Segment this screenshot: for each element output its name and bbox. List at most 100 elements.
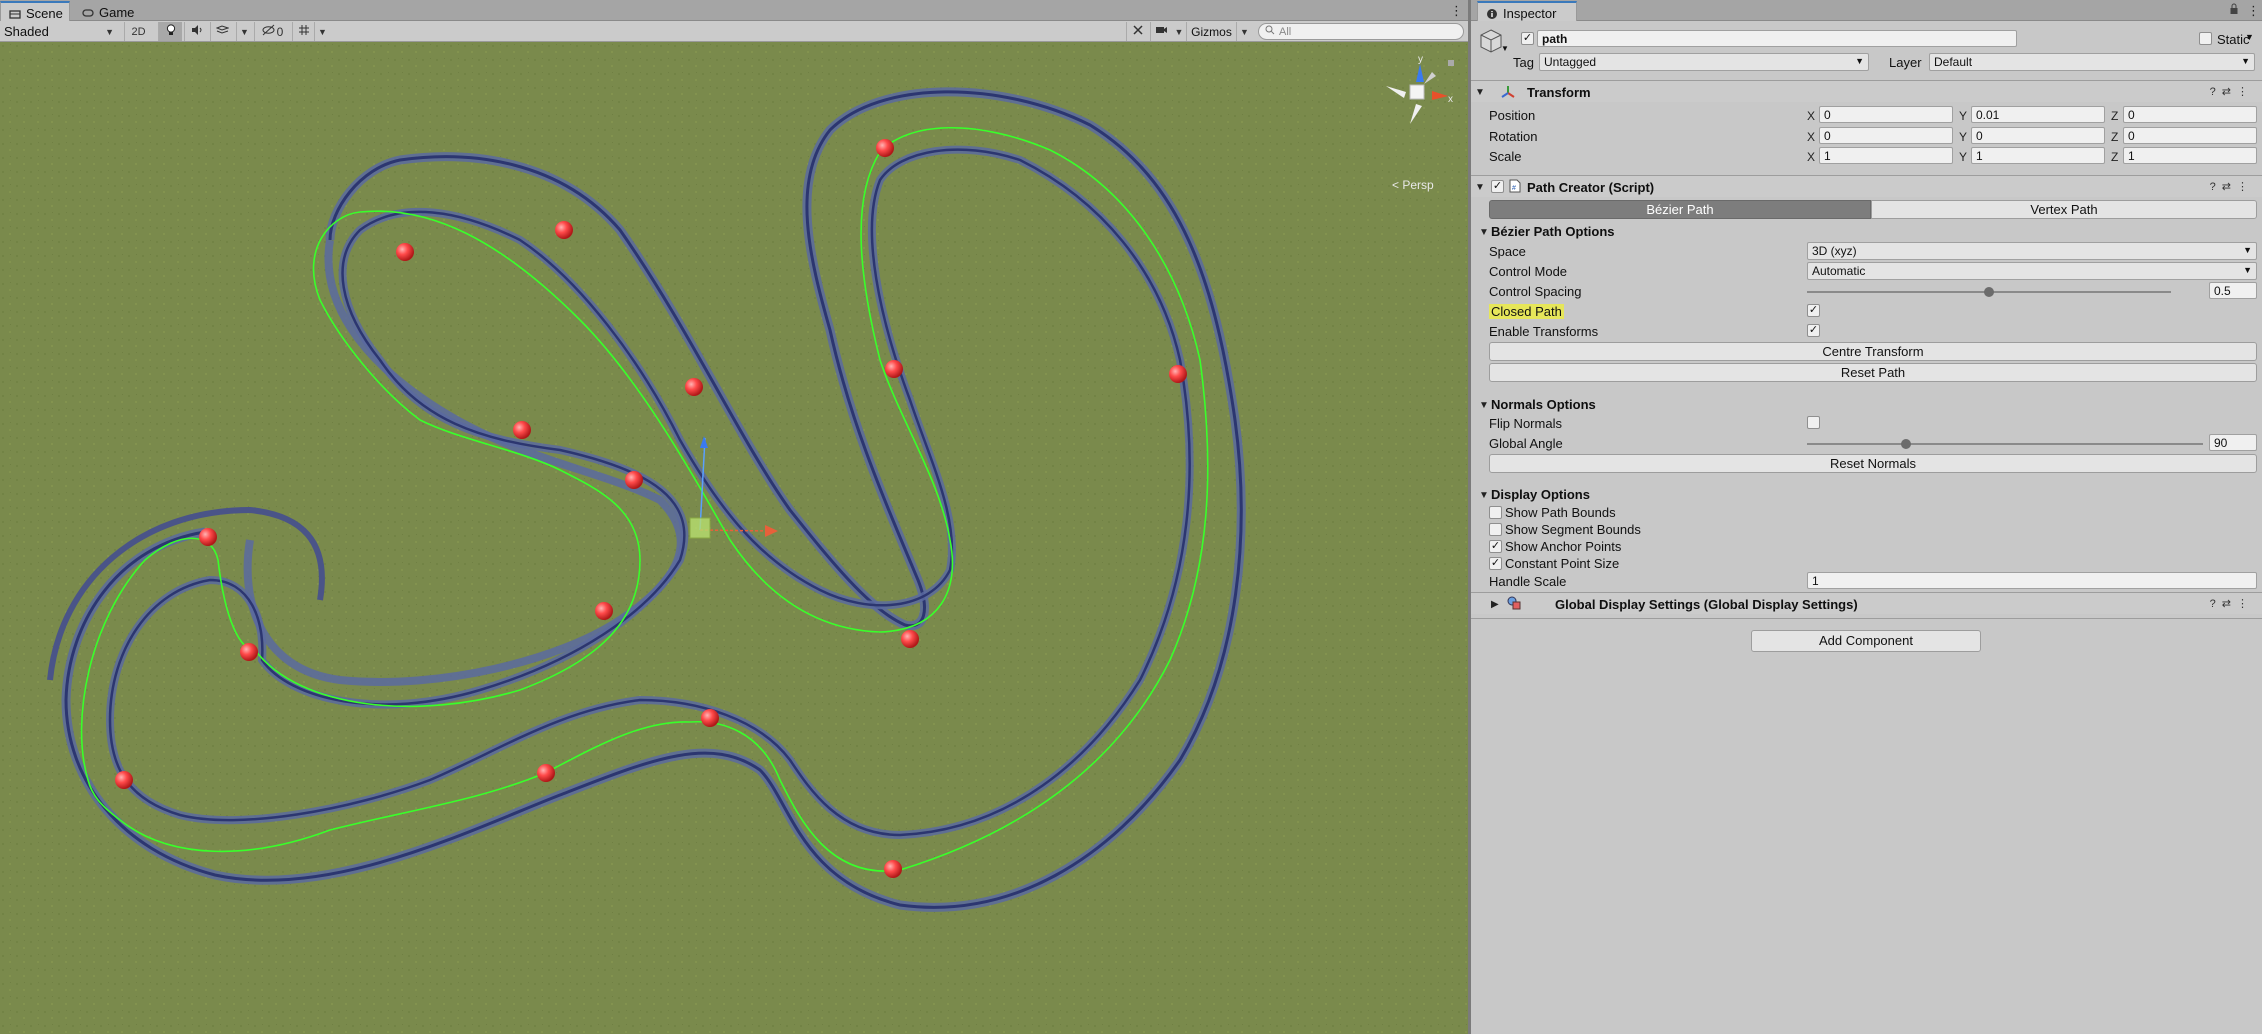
anchor-point[interactable]: [513, 421, 531, 439]
position-z-field[interactable]: 0: [2123, 106, 2257, 123]
chevron-down-icon: ▼: [2243, 245, 2252, 255]
scene-viewport[interactable]: y x < Persp: [0, 42, 1468, 1034]
lighting-toggle-button[interactable]: [158, 22, 182, 41]
projection-label[interactable]: < Persp: [1392, 178, 1434, 192]
control-mode-dropdown[interactable]: Automatic ▼: [1807, 262, 2257, 280]
object-name-field[interactable]: path: [1537, 30, 2017, 47]
scale-y-field[interactable]: 1: [1971, 147, 2105, 164]
axis-y-label: Y: [1959, 109, 1968, 123]
anchor-point[interactable]: [199, 528, 217, 546]
display-options-title[interactable]: Display Options: [1491, 487, 1590, 502]
tab-game[interactable]: Game: [74, 1, 140, 21]
scene-tabbar: Scene Game ⋮: [0, 0, 1468, 21]
svg-text:x: x: [1448, 94, 1453, 105]
control-spacing-field[interactable]: 0.5: [2209, 282, 2257, 299]
2d-toggle-button[interactable]: 2D: [124, 22, 152, 41]
effects-toggle-button[interactable]: [210, 22, 234, 41]
slider-knob[interactable]: [1984, 287, 1994, 297]
object-active-checkbox[interactable]: ✓: [1521, 32, 1534, 45]
inspector-more-menu-icon[interactable]: ⋮: [2247, 3, 2260, 19]
scene-more-menu-icon[interactable]: ⋮: [1450, 3, 1463, 19]
anchor-point[interactable]: [240, 643, 258, 661]
chevron-down-icon[interactable]: ▼: [1479, 400, 1489, 411]
rotation-y-field[interactable]: 0: [1971, 127, 2105, 144]
anchor-point[interactable]: [595, 602, 613, 620]
chevron-down-icon[interactable]: ▼: [1479, 227, 1489, 238]
global-angle-field[interactable]: 90: [2209, 434, 2257, 451]
grid-dropdown-button[interactable]: ▼: [314, 22, 330, 41]
component-header-icons[interactable]: ?⇄⋮: [2210, 85, 2254, 98]
constant-point-size-checkbox[interactable]: ✓: [1489, 557, 1502, 570]
show-path-bounds-checkbox[interactable]: [1489, 506, 1502, 519]
gizmos-dropdown-button[interactable]: ▼: [1236, 22, 1252, 41]
lock-icon[interactable]: [2229, 3, 2239, 18]
path-creator-header[interactable]: ▼ ✓ # Path Creator (Script) ?⇄⋮: [1471, 175, 2262, 197]
position-x-field[interactable]: 0: [1819, 106, 1953, 123]
crossed-tools-icon: [1132, 24, 1144, 39]
tag-dropdown[interactable]: Untagged ▼: [1539, 53, 1869, 71]
global-display-settings-header[interactable]: ▶ Global Display Settings (Global Displa…: [1471, 592, 2262, 614]
axis-x-label: X: [1807, 150, 1816, 164]
chevron-down-icon[interactable]: ▼: [2245, 32, 2254, 42]
scene-search-input[interactable]: All: [1258, 23, 1464, 40]
reset-path-button[interactable]: Reset Path: [1489, 363, 2257, 382]
anchor-point[interactable]: [625, 471, 643, 489]
anchor-point[interactable]: [901, 630, 919, 648]
bezier-options-title[interactable]: Bézier Path Options: [1491, 224, 1615, 239]
audio-toggle-button[interactable]: [184, 22, 208, 41]
effects-dropdown-button[interactable]: ▼: [236, 22, 252, 41]
tab-vertex-path[interactable]: Vertex Path: [1871, 200, 2257, 219]
closed-path-checkbox[interactable]: ✓: [1807, 304, 1820, 317]
tab-bezier-path[interactable]: Bézier Path: [1489, 200, 1871, 219]
tab-scene[interactable]: Scene: [0, 1, 70, 21]
scale-x-field[interactable]: 1: [1819, 147, 1953, 164]
speaker-icon: [191, 24, 203, 39]
tools-button[interactable]: [1126, 22, 1148, 41]
show-segment-bounds-checkbox[interactable]: [1489, 523, 1502, 536]
shading-mode-dropdown[interactable]: Shaded ▼: [0, 22, 118, 41]
camera-settings-button[interactable]: [1150, 22, 1172, 41]
scene-icon: [9, 8, 21, 20]
space-dropdown[interactable]: 3D (xyz) ▼: [1807, 242, 2257, 260]
anchor-point[interactable]: [537, 764, 555, 782]
gameobject-cube-icon: [1479, 28, 1503, 57]
centre-transform-button[interactable]: Centre Transform: [1489, 342, 2257, 361]
normals-options-title[interactable]: Normals Options: [1491, 397, 1596, 412]
enable-transforms-checkbox[interactable]: ✓: [1807, 324, 1820, 337]
anchor-point[interactable]: [885, 360, 903, 378]
anchor-point[interactable]: [884, 860, 902, 878]
transform-header[interactable]: ▼ Transform ?⇄⋮: [1471, 80, 2262, 102]
anchor-point[interactable]: [685, 378, 703, 396]
eye-slash-icon: [262, 24, 275, 39]
hidden-objects-toggle-button[interactable]: 0: [254, 22, 290, 41]
layer-value: Default: [1934, 55, 1973, 69]
rotation-z-field[interactable]: 0: [2123, 127, 2257, 144]
anchor-point[interactable]: [1169, 365, 1187, 383]
closed-path-label: Closed Path: [1489, 304, 1564, 319]
component-header-icons[interactable]: ?⇄⋮: [2210, 597, 2254, 610]
component-header-icons[interactable]: ?⇄⋮: [2210, 180, 2254, 193]
scale-z-field[interactable]: 1: [2123, 147, 2257, 164]
rotation-x-field[interactable]: 0: [1819, 127, 1953, 144]
static-checkbox[interactable]: [2199, 32, 2212, 45]
add-component-button[interactable]: Add Component: [1751, 630, 1981, 652]
anchor-point[interactable]: [701, 709, 719, 727]
reset-normals-button[interactable]: Reset Normals: [1489, 454, 2257, 473]
layer-dropdown[interactable]: Default ▼: [1929, 53, 2255, 71]
slider-knob[interactable]: [1901, 439, 1911, 449]
anchor-point[interactable]: [555, 221, 573, 239]
handle-scale-field[interactable]: 1: [1807, 572, 2257, 589]
flip-normals-checkbox[interactable]: [1807, 416, 1820, 429]
chevron-down-icon[interactable]: ▼: [1501, 44, 1509, 53]
anchor-point[interactable]: [876, 139, 894, 157]
chevron-down-icon[interactable]: ▼: [1479, 490, 1489, 501]
position-y-field[interactable]: 0.01: [1971, 106, 2105, 123]
anchor-point[interactable]: [396, 243, 414, 261]
show-anchor-points-checkbox[interactable]: ✓: [1489, 540, 1502, 553]
gizmos-button[interactable]: Gizmos: [1186, 22, 1236, 41]
info-icon: [1486, 8, 1498, 20]
camera-dropdown-button[interactable]: ▼: [1172, 22, 1186, 41]
grid-toggle-button[interactable]: [292, 22, 314, 41]
anchor-point[interactable]: [115, 771, 133, 789]
tab-inspector[interactable]: Inspector: [1477, 1, 1577, 21]
